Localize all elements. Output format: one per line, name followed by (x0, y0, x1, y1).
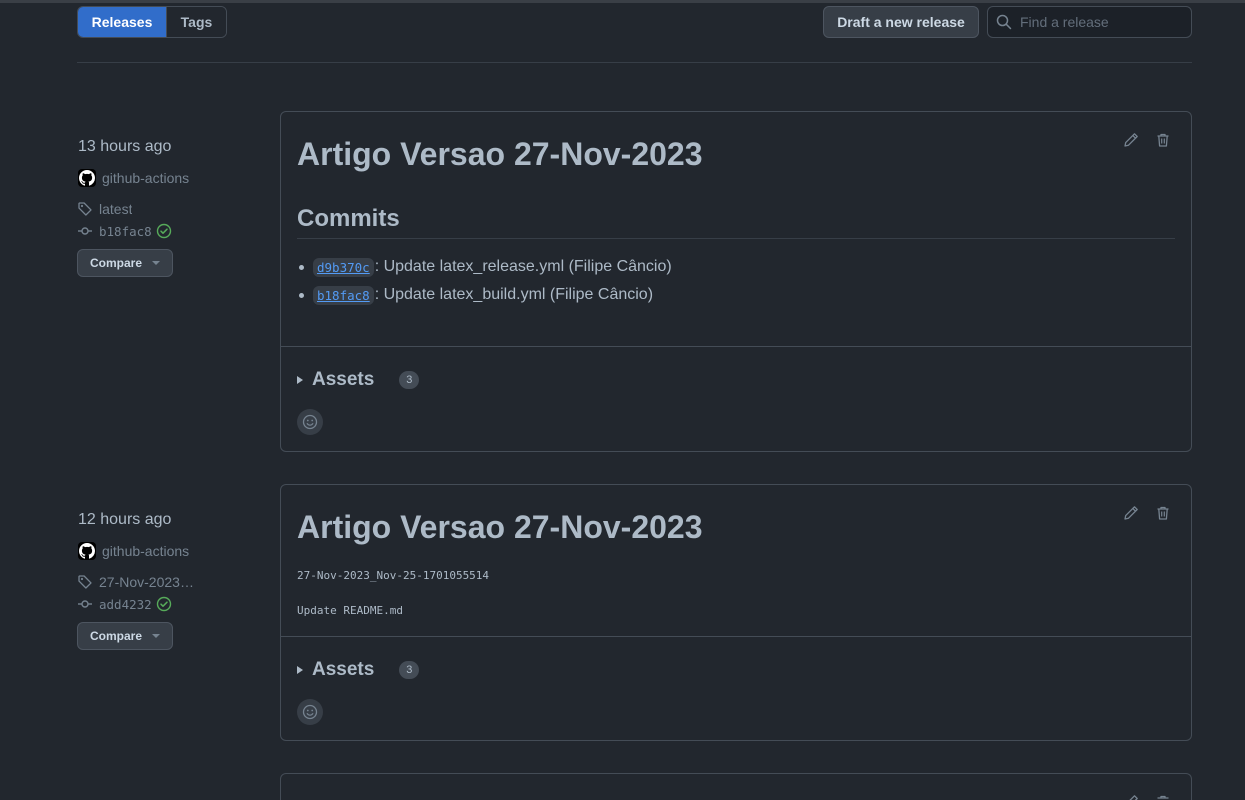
releases-subnav: Releases Tags Draft a new release (77, 6, 1192, 38)
tag-icon (78, 575, 92, 589)
tag-icon (78, 202, 92, 216)
release-title[interactable]: Artigo Versao 27-Nov-2023 (297, 507, 1175, 547)
search-input[interactable] (1020, 14, 1180, 30)
release-actions (1123, 794, 1171, 800)
commit-sha: add4232 (99, 596, 152, 612)
release-card: Artigo Versao 27-Nov-2023 Commits d9b370… (280, 111, 1192, 452)
disclosure-triangle-icon (297, 666, 303, 674)
author-name: github-actions (102, 543, 190, 559)
release-card: Artigo Versao 27-Nov-2023 27-Nov-2023_No… (280, 484, 1192, 741)
compare-button[interactable]: Compare (77, 249, 174, 277)
release-commit[interactable]: add4232 (77, 594, 257, 614)
release-time: 13 hours ago (78, 138, 172, 155)
tab-tags[interactable]: Tags (166, 7, 226, 37)
git-commit-icon (78, 227, 92, 235)
release-time: 12 hours ago (78, 511, 172, 528)
release-body-line: 27-Nov-2023_Nov-25-1701055514 (297, 569, 490, 582)
release-body-line: Update README.md (297, 604, 403, 617)
github-logo-icon (79, 170, 95, 186)
release-meta: 12 hours ago github-actions 27-Nov-2023_… (77, 510, 257, 650)
release-commit[interactable]: b18fac8 (77, 221, 257, 241)
edit-pencil-icon[interactable] (1123, 794, 1139, 800)
commit-list: d9b370c : Update latex_release.yml (Fili… (297, 253, 1175, 309)
tag-name: 27-Nov-2023_Nov-25-1701055514 (99, 574, 197, 590)
assets-label: Assets (312, 659, 375, 680)
assets-section: Assets 3 (281, 347, 1191, 435)
release-title[interactable]: Artigo Versao 27-Nov-2023 (297, 134, 1175, 174)
disclosure-triangle-icon (297, 376, 303, 384)
window-top-strip (0, 0, 1245, 3)
search-icon (996, 14, 1012, 30)
add-reaction-button[interactable] (297, 409, 323, 435)
release-tag[interactable]: 27-Nov-2023_Nov-25-1701055514 (77, 572, 257, 592)
compare-label: Compare (90, 629, 143, 643)
subnav-divider (77, 62, 1192, 63)
smiley-icon (302, 414, 318, 430)
compare-button[interactable]: Compare (77, 622, 174, 650)
draft-new-release-button[interactable]: Draft a new release (823, 6, 979, 38)
compare-label: Compare (90, 256, 143, 270)
github-logo-icon (79, 543, 95, 559)
tab-releases[interactable]: Releases (78, 7, 166, 37)
commit-sha-link[interactable]: d9b370c (313, 257, 374, 277)
release-card (280, 773, 1192, 800)
find-release-search[interactable] (987, 6, 1192, 38)
tag-name: latest (99, 201, 133, 217)
add-reaction-button[interactable] (297, 699, 323, 725)
commit-sha: b18fac8 (99, 223, 152, 239)
author-name: github-actions (102, 170, 190, 186)
assets-toggle[interactable]: Assets 3 (297, 658, 1175, 682)
release-author[interactable]: github-actions (77, 168, 257, 188)
assets-count-badge: 3 (399, 371, 420, 389)
release-tag[interactable]: latest (77, 199, 257, 219)
smiley-icon (302, 704, 318, 720)
github-actions-avatar (78, 542, 96, 560)
commit-message: : Update latex_build.yml (Filipe Câncio) (374, 286, 654, 303)
commit-list-item: d9b370c : Update latex_release.yml (Fili… (297, 253, 1175, 281)
release-meta: 13 hours ago github-actions latest b18fa… (77, 137, 257, 277)
commit-sha-link[interactable]: b18fac8 (313, 285, 374, 305)
delete-trash-icon[interactable] (1155, 794, 1171, 800)
caret-down-icon (152, 634, 161, 638)
github-actions-avatar (78, 169, 96, 187)
commits-heading: Commits (297, 204, 1175, 239)
check-circle-icon (156, 596, 171, 612)
assets-label: Assets (312, 369, 375, 390)
check-circle-icon (156, 223, 171, 239)
git-commit-icon (78, 600, 92, 608)
commit-message: : Update latex_release.yml (Filipe Cânci… (374, 258, 672, 275)
caret-down-icon (152, 261, 161, 265)
release-author[interactable]: github-actions (77, 541, 257, 561)
assets-toggle[interactable]: Assets 3 (297, 368, 1175, 392)
assets-count-badge: 3 (399, 661, 420, 679)
assets-section: Assets 3 (281, 637, 1191, 725)
releases-tags-toggle: Releases Tags (77, 6, 227, 38)
commit-list-item: b18fac8 : Update latex_build.yml (Filipe… (297, 281, 1175, 309)
